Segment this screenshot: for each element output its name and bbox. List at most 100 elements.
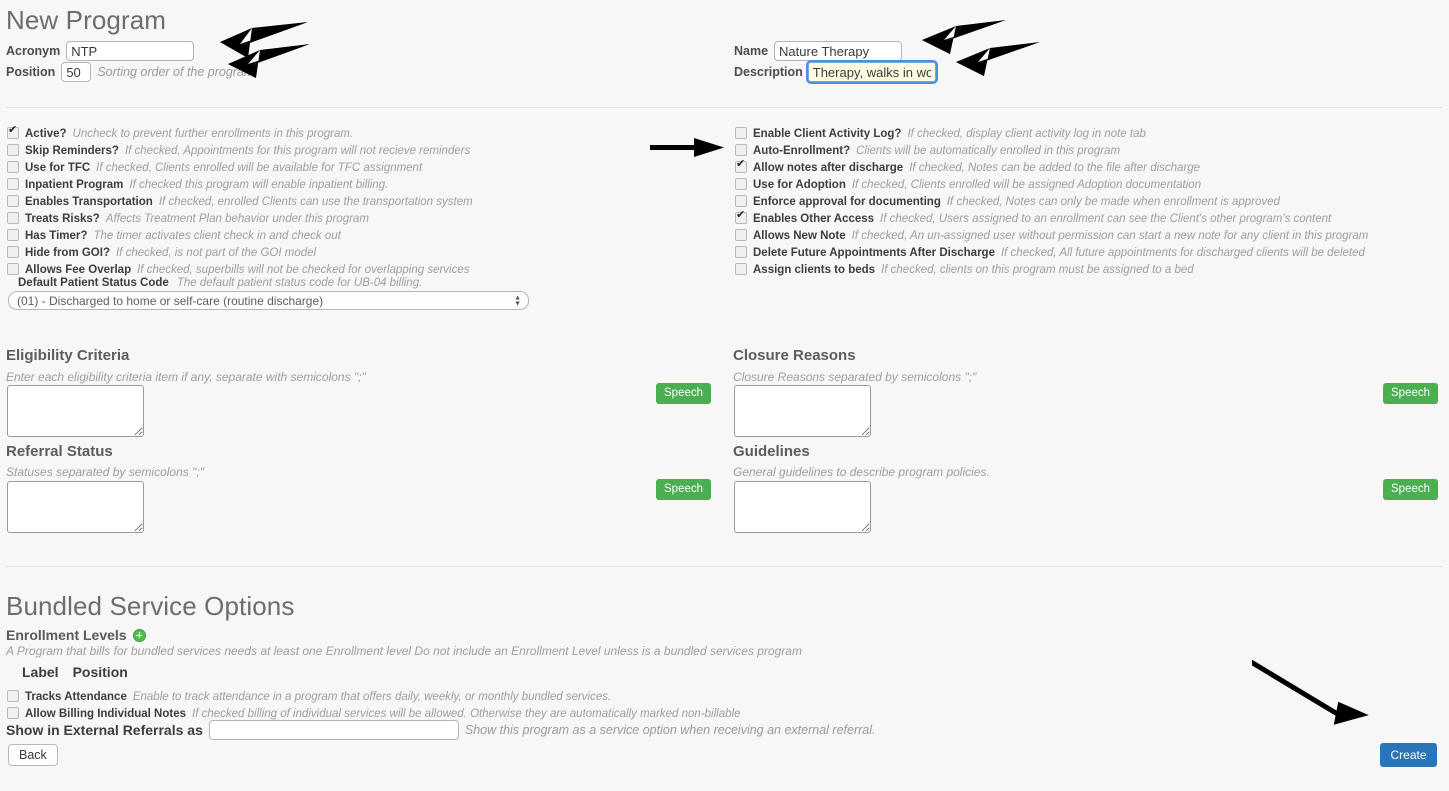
- option-row: Allows New Note If checked, An un-assigne…: [735, 227, 1368, 242]
- option-hint: If checked, Clients enrolled will be ava…: [96, 162, 423, 174]
- option-checkbox[interactable]: [735, 263, 747, 275]
- status-code-selected-value: (01) - Discharged to home or self-care (…: [17, 293, 324, 308]
- option-hint: If checked, All future appointments for …: [1000, 247, 1365, 259]
- option-checkbox[interactable]: [7, 212, 19, 224]
- option-label: Enforce approval for documenting: [753, 196, 941, 208]
- annotation-arrow-description: [956, 42, 1040, 76]
- option-label: Hide from GOI?: [25, 247, 110, 259]
- option-hint: If checked, Notes can only be made when …: [946, 196, 1280, 208]
- back-button[interactable]: Back: [8, 744, 58, 766]
- option-checkbox[interactable]: [7, 263, 19, 275]
- option-label: Auto-Enrollment?: [753, 145, 851, 157]
- acronym-input[interactable]: [66, 41, 195, 61]
- name-input[interactable]: [774, 41, 903, 61]
- guidelines-textarea[interactable]: [734, 481, 871, 533]
- option-label: Allow notes after discharge: [753, 162, 904, 174]
- position-label: Position: [6, 65, 56, 79]
- acronym-field-row: Acronym: [6, 41, 195, 61]
- option-row: Enforce approval for documenting If check…: [735, 193, 1280, 208]
- eligibility-hint: Enter each eligibility criteria item if …: [6, 370, 366, 384]
- option-label: Has Timer?: [25, 230, 88, 242]
- option-row: Active? Uncheck to prevent further enroll…: [7, 124, 354, 140]
- annotation-arrow-name: [922, 20, 1006, 54]
- closure-reasons-heading: Closure Reasons: [733, 347, 856, 364]
- status-code-label-row: Default Patient Status Code The default …: [18, 277, 422, 289]
- option-label: Treats Risks?: [25, 213, 100, 225]
- bundled-option-hint: Enable to track attendance in a program …: [132, 691, 612, 703]
- referral-status-speech-button[interactable]: Speech: [656, 479, 712, 500]
- eligibility-textarea[interactable]: [7, 385, 144, 437]
- guidelines-speech-button[interactable]: Speech: [1383, 479, 1439, 500]
- option-label: Assign clients to beds: [753, 264, 876, 276]
- option-checkbox[interactable]: [7, 229, 19, 241]
- new-program-form-page: New Program Acronym Position Sorting ord…: [0, 0, 1449, 791]
- option-hint: If checked, Notes can be added to the fi…: [909, 162, 1201, 174]
- description-input[interactable]: [807, 62, 936, 82]
- external-referral-label: Show in External Referrals as: [6, 722, 203, 738]
- option-label: Enables Other Access: [753, 213, 875, 225]
- bundled-option-label: Tracks Attendance: [25, 691, 127, 703]
- option-checkbox[interactable]: [735, 246, 747, 258]
- enrollment-levels-table-header: Label Position: [22, 664, 128, 680]
- option-checkbox[interactable]: [7, 178, 19, 190]
- column-header-label: Label: [22, 664, 59, 680]
- option-checkbox[interactable]: [735, 229, 747, 241]
- option-row: Enables Transportation If checked, enroll…: [7, 193, 473, 208]
- eligibility-speech-button[interactable]: Speech: [656, 383, 712, 404]
- option-label: Enables Transportation: [25, 196, 153, 208]
- option-checkbox[interactable]: [735, 158, 747, 173]
- option-hint: If checked, superbills will not be check…: [137, 264, 470, 276]
- closure-reasons-textarea[interactable]: [734, 385, 871, 437]
- section-divider-bottom: [6, 566, 1443, 567]
- option-checkbox[interactable]: [735, 127, 747, 139]
- option-row: Use for TFC If checked, Clients enrolled …: [7, 159, 422, 174]
- option-row: Hide from GOI? If checked, is not part of…: [7, 244, 316, 259]
- option-row: Skip Reminders? If checked, Appointments …: [7, 142, 470, 157]
- option-label: Enable Client Activity Log?: [753, 128, 902, 140]
- bundled-option-checkbox[interactable]: [7, 690, 19, 702]
- guidelines-heading: Guidelines: [733, 443, 810, 460]
- option-checkbox[interactable]: [7, 124, 19, 139]
- option-hint: Uncheck to prevent further enrollments i…: [72, 128, 354, 140]
- option-checkbox[interactable]: [735, 195, 747, 207]
- option-hint: Clients will be automatically enrolled i…: [856, 145, 1121, 157]
- option-label: Use for Adoption: [753, 179, 846, 191]
- option-checkbox[interactable]: [735, 209, 747, 224]
- referral-status-textarea[interactable]: [7, 481, 144, 533]
- option-row: Use for Adoption If checked, Clients enro…: [735, 176, 1201, 191]
- external-referral-hint: Show this program as a service option wh…: [464, 723, 876, 737]
- option-label: Active?: [25, 128, 67, 140]
- option-checkbox[interactable]: [7, 161, 19, 173]
- add-icon[interactable]: [132, 628, 146, 642]
- annotation-arrow-right-options: [650, 138, 724, 157]
- description-label: Description: [734, 65, 803, 79]
- option-checkbox[interactable]: [735, 178, 747, 190]
- create-button[interactable]: Create: [1380, 743, 1437, 767]
- closure-reasons-speech-button[interactable]: Speech: [1383, 383, 1439, 404]
- status-code-select[interactable]: (01) - Discharged to home or self-care (…: [8, 291, 529, 310]
- description-field-row: Description: [734, 62, 936, 82]
- enrollment-levels-hint: A Program that bills for bundled service…: [6, 644, 802, 658]
- referral-status-hint: Statuses separated by semicolons ";": [6, 465, 204, 479]
- option-hint: If checked, clients on this program must…: [881, 264, 1194, 276]
- name-label: Name: [734, 44, 769, 58]
- position-input[interactable]: [61, 62, 92, 82]
- option-label: Skip Reminders?: [25, 145, 119, 157]
- option-row: Allow notes after discharge If checked, N…: [735, 158, 1201, 174]
- option-checkbox[interactable]: [7, 246, 19, 258]
- external-referral-input[interactable]: [208, 720, 459, 740]
- option-checkbox[interactable]: [7, 195, 19, 207]
- option-checkbox[interactable]: [735, 144, 747, 156]
- bundled-option-checkbox[interactable]: [7, 707, 19, 719]
- option-row: Enables Other Access If checked, Users as…: [735, 209, 1332, 225]
- option-hint: Affects Treatment Plan behavior under th…: [105, 213, 369, 225]
- option-hint: If checked, display client activity log …: [907, 128, 1146, 140]
- option-checkbox[interactable]: [7, 144, 19, 156]
- option-label: Use for TFC: [25, 162, 91, 174]
- bundled-option-label: Allow Billing Individual Notes: [25, 708, 187, 720]
- bundled-service-options-title: Bundled Service Options: [6, 591, 295, 621]
- bundled-option-row: Allow Billing Individual Notes If checked…: [7, 705, 740, 720]
- option-hint: If checked, Users assigned to an enrollm…: [880, 213, 1332, 225]
- option-row: Treats Risks? Affects Treatment Plan beha…: [7, 210, 369, 225]
- bundled-option-hint: If checked billing of individual service…: [192, 708, 741, 720]
